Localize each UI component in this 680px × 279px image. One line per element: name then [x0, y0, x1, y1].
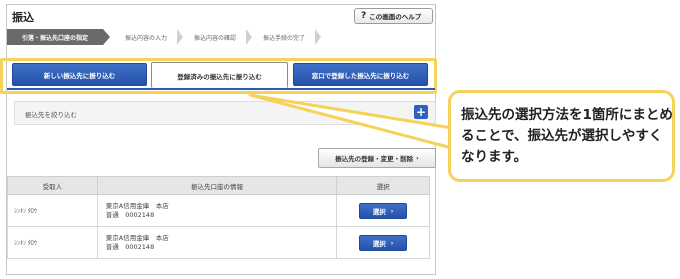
- callout-box: 振込先の選択方法を1箇所にまとめることで、振込先が選択しやすくなります。: [448, 90, 675, 182]
- column-recipient: 受取人: [7, 176, 98, 195]
- help-button[interactable]: ? この画面のヘルプ: [354, 8, 433, 24]
- tab-counter-registered-payee[interactable]: 窓口で登録した振込先に振り込む: [293, 63, 428, 86]
- filter-label: 振込先を絞り込む: [25, 111, 77, 119]
- tab-new-payee[interactable]: 新しい振込先に振り込む: [12, 63, 147, 86]
- help-label: この画面のヘルプ: [369, 13, 422, 21]
- select-button[interactable]: 選択 ›: [359, 202, 408, 219]
- step-1-arrow-icon: [103, 29, 110, 45]
- step-4: 振込手続の完了: [253, 29, 315, 45]
- step-2: 振込内容の入力: [115, 29, 177, 45]
- step-4-arrow-icon: [315, 29, 321, 45]
- select-button[interactable]: 選択 ›: [359, 234, 408, 251]
- recipient-name: ｼﾝｷﾝ ﾀﾛｳ: [7, 226, 98, 259]
- column-select: 選択: [336, 176, 430, 195]
- select-cell: 選択 ›: [336, 194, 430, 227]
- manage-payees-button[interactable]: 振込先の登録・変更・削除 ›: [318, 148, 436, 168]
- tab-underline: [7, 88, 435, 90]
- bank-branch: 東京A信用金庫 本店: [105, 201, 169, 210]
- page-title: 振込: [12, 11, 34, 24]
- manage-payees-label: 振込先の登録・変更・削除: [335, 155, 414, 163]
- step-3-arrow-icon: [246, 29, 252, 45]
- account-number: 普通 0002148: [105, 242, 155, 251]
- column-account-info: 振込先口座の情報: [96, 176, 338, 195]
- progress-steps: 引落・振込先口座の指定 振込内容の入力 振込内容の確認 振込手続の完了: [7, 29, 435, 45]
- callout-text: 振込先の選択方法を1箇所にまとめることで、振込先が選択しやすくなります。: [461, 107, 673, 165]
- account-info: 東京A信用金庫 本店 普通 0002148: [96, 194, 338, 227]
- recipient-name: ｼﾝｷﾝ ﾀﾛｳ: [7, 194, 98, 227]
- chevron-right-icon: ›: [390, 238, 394, 247]
- table-row: ｼﾝｷﾝ ﾀﾛｳ 東京A信用金庫 本店 普通 0002148 選択 ›: [7, 194, 430, 227]
- payee-table: 受取人 振込先口座の情報 選択 ｼﾝｷﾝ ﾀﾛｳ 東京A信用金庫 本店 普通 0…: [7, 176, 430, 259]
- select-label: 選択: [372, 207, 386, 216]
- step-1: 引落・振込先口座の指定: [7, 29, 103, 45]
- expand-plus-icon[interactable]: +: [414, 105, 428, 119]
- account-number: 普通 0002148: [105, 210, 155, 219]
- tab-registered-payee[interactable]: 登録済みの振込先に振り込む: [151, 62, 288, 88]
- step-2-arrow-icon: [177, 29, 183, 45]
- chevron-right-icon: ›: [390, 206, 394, 215]
- select-cell: 選択 ›: [336, 226, 430, 259]
- account-info: 東京A信用金庫 本店 普通 0002148: [96, 226, 338, 259]
- table-row: ｼﾝｷﾝ ﾀﾛｳ 東京A信用金庫 本店 普通 0002148 選択 ›: [7, 226, 430, 259]
- step-3: 振込内容の確認: [184, 29, 246, 45]
- select-label: 選択: [372, 239, 386, 248]
- help-icon: ?: [361, 11, 367, 21]
- chevron-right-icon: ›: [416, 154, 419, 162]
- bank-branch: 東京A信用金庫 本店: [105, 233, 169, 242]
- filter-bar[interactable]: 振込先を絞り込む: [14, 101, 436, 125]
